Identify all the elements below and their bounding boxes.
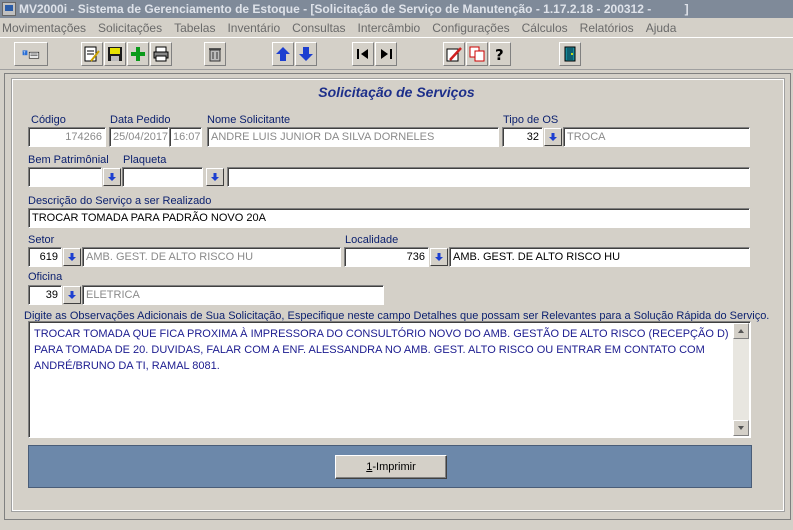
window-title: MV2000i - Sistema de Gerenciamento de Es… bbox=[19, 2, 689, 16]
lookup-arrow-icon bbox=[68, 291, 76, 299]
save-button[interactable] bbox=[104, 42, 126, 66]
plaqueta-label: Plaqueta bbox=[123, 154, 167, 166]
add-icon bbox=[131, 47, 145, 61]
trash-icon bbox=[209, 48, 221, 62]
menu-movimentacoes[interactable]: Movimentações bbox=[2, 21, 86, 35]
arrow-down-icon bbox=[299, 47, 313, 61]
window-titlebar: MV2000i - Sistema de Gerenciamento de Es… bbox=[0, 0, 793, 18]
observacoes-text: TROCAR TOMADA QUE FICA PROXIMA À IMPRESS… bbox=[34, 328, 729, 372]
add-button[interactable] bbox=[127, 42, 149, 66]
menu-solicitacoes[interactable]: Solicitações bbox=[98, 21, 162, 35]
menu-relatorios[interactable]: Relatórios bbox=[580, 21, 634, 35]
form-title: Solicitação de Serviços bbox=[318, 84, 475, 100]
oficina-lookup-button[interactable] bbox=[63, 286, 81, 304]
last-record-icon bbox=[381, 49, 392, 59]
delete-button[interactable] bbox=[204, 42, 226, 66]
bem-patrimonial-label: Bem Patrimônial bbox=[28, 154, 109, 166]
lookup-arrow-icon bbox=[108, 173, 116, 181]
data-pedido-label: Data Pedido bbox=[110, 114, 171, 126]
save-icon bbox=[108, 47, 122, 61]
exit-door-icon bbox=[564, 46, 576, 62]
last-record-button[interactable] bbox=[375, 42, 397, 66]
exit-button[interactable] bbox=[559, 42, 581, 66]
app-icon bbox=[2, 2, 16, 16]
tipo-os-lookup-button[interactable] bbox=[544, 128, 562, 146]
localidade-lookup-button[interactable] bbox=[430, 248, 448, 266]
codigo-field: 174266 bbox=[28, 127, 106, 147]
setor-desc-field: AMB. GEST. DE ALTO RISCO HU bbox=[82, 247, 341, 267]
next-record-button[interactable] bbox=[295, 42, 317, 66]
lookup-arrow-icon bbox=[549, 133, 557, 141]
copy-icon bbox=[469, 46, 485, 62]
hora-field: 16:07 bbox=[169, 127, 202, 147]
oficina-label: Oficina bbox=[28, 271, 63, 283]
query-button[interactable]: ? bbox=[14, 42, 48, 66]
lookup-arrow-icon bbox=[68, 253, 76, 261]
bem-patrimonial-field[interactable] bbox=[28, 167, 102, 187]
codigo-label: Código bbox=[31, 114, 66, 126]
previous-record-button[interactable] bbox=[272, 42, 294, 66]
tipo-os-label: Tipo de OS bbox=[503, 114, 559, 126]
tipo-os-code-field[interactable]: 32 bbox=[502, 127, 543, 147]
arrow-up-icon bbox=[276, 47, 290, 61]
copy-button[interactable] bbox=[466, 42, 488, 66]
lookup-arrow-icon bbox=[211, 173, 219, 181]
setor-label: Setor bbox=[28, 234, 55, 246]
print-button[interactable]: 1 -Imprimir bbox=[335, 455, 447, 479]
data-field: 25/04/2017 bbox=[109, 127, 169, 147]
first-record-button[interactable] bbox=[352, 42, 374, 66]
plaqueta-field[interactable] bbox=[122, 167, 203, 187]
printer-icon bbox=[153, 46, 169, 62]
tipo-os-desc-field: TROCA bbox=[563, 127, 750, 147]
menu-ajuda[interactable]: Ajuda bbox=[646, 21, 677, 35]
menu-inventario[interactable]: Inventário bbox=[227, 21, 280, 35]
help-button[interactable]: ? bbox=[489, 42, 511, 66]
scroll-up-button[interactable] bbox=[733, 323, 749, 339]
svg-text:?: ? bbox=[495, 46, 504, 63]
setor-code-field[interactable]: 619 bbox=[28, 247, 62, 267]
print-toolbar-button[interactable] bbox=[150, 42, 172, 66]
menu-calculos[interactable]: Cálculos bbox=[522, 21, 568, 35]
edit-button[interactable] bbox=[81, 42, 103, 66]
action-panel: 1 -Imprimir bbox=[28, 445, 752, 488]
descricao-field[interactable]: TROCAR TOMADA PARA PADRÃO NOVO 20A bbox=[28, 208, 750, 228]
menu-configuracoes[interactable]: Configurações bbox=[432, 21, 509, 35]
query-icon: ? bbox=[22, 50, 40, 59]
menu-tabelas[interactable]: Tabelas bbox=[174, 21, 215, 35]
oficina-desc-field: ELETRICA bbox=[82, 285, 384, 305]
nome-solicitante-label: Nome Solicitante bbox=[207, 114, 291, 126]
first-record-icon bbox=[357, 49, 368, 59]
localidade-label: Localidade bbox=[345, 234, 399, 246]
scroll-up-icon bbox=[738, 329, 744, 333]
lookup-arrow-icon bbox=[435, 253, 443, 261]
svg-text:?: ? bbox=[23, 51, 25, 56]
plaqueta-lookup-button[interactable] bbox=[206, 168, 224, 186]
help-icon: ? bbox=[495, 46, 504, 63]
oficina-code-field[interactable]: 39 bbox=[28, 285, 62, 305]
descricao-label: Descrição do Serviço a ser Realizado bbox=[28, 195, 212, 207]
observacoes-scrollbar[interactable] bbox=[733, 323, 749, 436]
scroll-down-icon bbox=[738, 426, 744, 430]
annotate-button[interactable] bbox=[443, 42, 465, 66]
menu-bar: Movimentações Solicitações Tabelas Inven… bbox=[0, 18, 793, 37]
bem-patrimonial-lookup-button[interactable] bbox=[103, 168, 121, 186]
observacoes-textarea[interactable]: TROCAR TOMADA QUE FICA PROXIMA À IMPRESS… bbox=[28, 321, 751, 438]
pencil-icon bbox=[446, 47, 462, 62]
scroll-down-button[interactable] bbox=[733, 420, 749, 436]
plaqueta-desc-field bbox=[227, 167, 750, 187]
print-button-label: -Imprimir bbox=[372, 461, 416, 473]
nome-solicitante-field: ANDRE LUIS JUNIOR DA SILVA DORNELES bbox=[207, 127, 499, 147]
toolbar: ? ? bbox=[0, 37, 793, 70]
setor-lookup-button[interactable] bbox=[63, 248, 81, 266]
menu-consultas[interactable]: Consultas bbox=[292, 21, 345, 35]
menu-intercambio[interactable]: Intercâmbio bbox=[358, 21, 421, 35]
localidade-code-field[interactable]: 736 bbox=[344, 247, 429, 267]
localidade-desc-field: AMB. GEST. DE ALTO RISCO HU bbox=[449, 247, 750, 267]
edit-icon bbox=[84, 46, 100, 62]
